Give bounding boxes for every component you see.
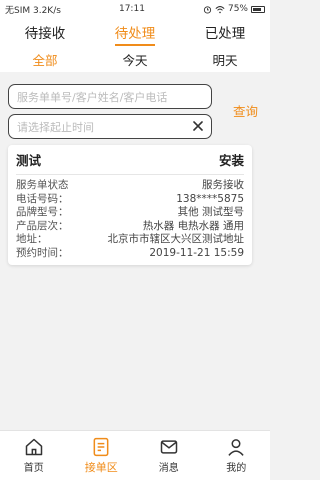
keyword-placeholder: 服务单单号/客户姓名/客户电话 <box>17 90 168 104</box>
keyword-search-input[interactable]: 服务单单号/客户姓名/客户电话 <box>8 84 212 109</box>
row-label: 产品层次： <box>16 219 69 232</box>
battery-icon <box>250 5 265 13</box>
nav-messages[interactable]: 消息 <box>139 437 199 474</box>
card-title-left: 测试 <box>16 153 42 168</box>
row-label: 预约时间： <box>16 246 69 259</box>
query-button[interactable]: 查询 <box>233 101 258 120</box>
home-icon <box>25 438 42 456</box>
row-value: 2019-11-21 15:59 <box>149 246 244 259</box>
date-range-input[interactable]: 请选择起止时间 <box>8 114 212 139</box>
row-value: 热水器 电热水器 通用 <box>142 219 244 232</box>
date-placeholder: 请选择起止时间 <box>17 120 94 134</box>
clear-icon[interactable] <box>191 119 205 133</box>
nav-order-area[interactable]: 接单区 <box>71 437 131 475</box>
carrier-text: 无SIM 3.2K/s <box>5 5 61 16</box>
top-tabs: 待接收 待处理 已处理 <box>0 18 270 46</box>
nav-home[interactable]: 首页 <box>4 437 64 474</box>
order-icon <box>93 437 109 456</box>
subtab-today[interactable]: 今天 <box>118 47 151 72</box>
row-label: 服务单状态 <box>16 179 69 191</box>
card-row: 预约时间： 2019-11-21 15:59 <box>16 247 244 261</box>
battery-percent: 75% <box>227 4 248 14</box>
tab-processed[interactable]: 已处理 <box>199 18 252 46</box>
nav-order-label: 接单区 <box>84 460 118 474</box>
card-row: 电话号码： 138****5875 <box>16 193 244 207</box>
alarm-icon <box>203 5 212 14</box>
nav-mine[interactable]: 我的 <box>206 437 266 474</box>
card-row: 地址： 北京市市辖区大兴区测试地址 <box>16 233 244 247</box>
search-area: 服务单单号/客户姓名/客户电话 请选择起止时间 查询 <box>0 72 270 139</box>
order-card[interactable]: 测试 安装 服务单状态 服务接收 电话号码： 138****5875 品牌型号：… <box>8 145 252 265</box>
user-icon <box>228 439 244 456</box>
card-divider <box>16 174 244 175</box>
tab-pending-receive[interactable]: 待接收 <box>19 18 72 46</box>
status-bar: 无SIM 3.2K/s 17:11 75% <box>0 0 270 18</box>
card-row: 产品层次： 热水器 电热水器 通用 <box>16 220 244 234</box>
wifi-icon <box>215 5 225 13</box>
row-value: 138****5875 <box>176 192 244 205</box>
row-label: 电话号码： <box>16 192 69 205</box>
nav-mine-label: 我的 <box>226 463 247 474</box>
sub-tabs: 全部 今天 明天 <box>0 46 270 74</box>
message-icon <box>160 440 177 454</box>
row-value: 服务接收 <box>202 179 244 191</box>
status-right: 75% <box>203 4 265 14</box>
tab-pending-process[interactable]: 待处理 <box>109 18 162 46</box>
row-value: 其他 测试型号 <box>177 206 244 218</box>
card-header: 测试 安装 <box>16 150 244 169</box>
nav-messages-label: 消息 <box>158 463 179 474</box>
subtab-all[interactable]: 全部 <box>28 47 61 74</box>
card-title-right: 安装 <box>218 153 244 168</box>
row-value: 北京市市辖区大兴区测试地址 <box>107 233 245 245</box>
bottom-nav: 首页 接单区 消息 我的 <box>0 430 270 480</box>
clock-text: 17:11 <box>118 4 145 14</box>
nav-home-label: 首页 <box>23 463 44 474</box>
row-label: 品牌型号： <box>16 206 69 218</box>
subtab-tomorrow[interactable]: 明天 <box>208 47 241 72</box>
card-row: 品牌型号： 其他 测试型号 <box>16 206 244 220</box>
row-label: 地址： <box>16 233 48 245</box>
card-row: 服务单状态 服务接收 <box>16 179 244 193</box>
